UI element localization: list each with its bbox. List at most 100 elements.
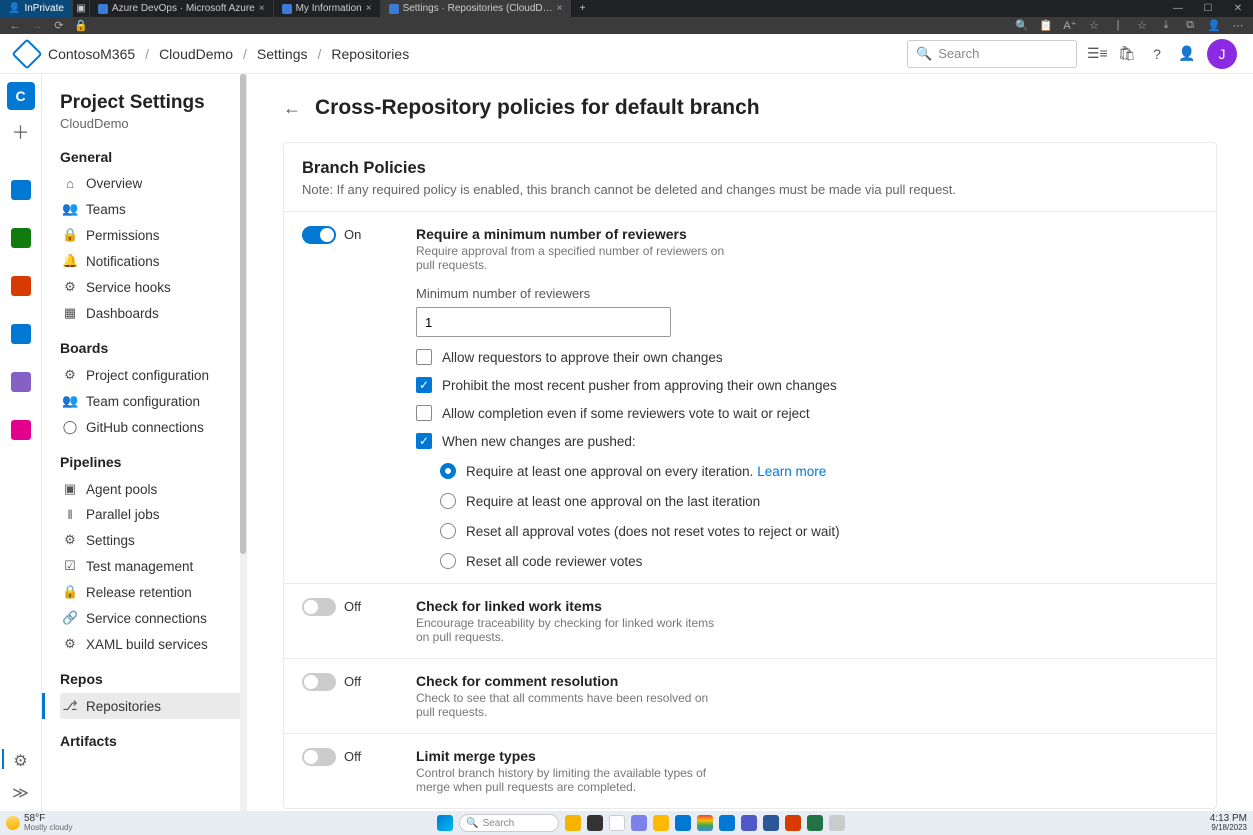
taskbar-app-icon[interactable] (653, 815, 669, 831)
breadcrumb[interactable]: Settings (257, 46, 308, 62)
tool-icon[interactable]: | (1111, 19, 1125, 32)
sidebar-item-test[interactable]: ☑Test management (60, 553, 246, 579)
checkbox-new-changes[interactable]: ✓ (416, 433, 432, 449)
minimize-button[interactable]: — (1163, 3, 1193, 14)
marketplace-icon[interactable]: 🛍 (1117, 45, 1137, 62)
sidebar-item-dashboards[interactable]: ▦Dashboards (60, 300, 246, 326)
policy-comments: Off Check for comment resolution Check t… (284, 658, 1216, 733)
sidebar-item-service-hooks[interactable]: ⚙Service hooks (60, 274, 246, 300)
lock-icon[interactable]: 🔒 (74, 19, 88, 32)
sidebar-item-release[interactable]: 🔒Release retention (60, 579, 246, 605)
tool-icon[interactable]: A⁺ (1063, 19, 1077, 32)
new-tab-button[interactable]: + (571, 0, 593, 17)
tool-icon[interactable]: ☆ (1135, 19, 1149, 32)
rail-icon[interactable] (11, 372, 31, 392)
sidebar-item-agent-pools[interactable]: ▣Agent pools (60, 476, 246, 502)
reload-button[interactable]: ⟳ (52, 19, 66, 32)
checkbox-allow-self[interactable] (416, 349, 432, 365)
sidebar-item-service-conn[interactable]: 🔗Service connections (60, 605, 246, 631)
search-input[interactable]: 🔍 Search (907, 40, 1077, 68)
learn-more-link[interactable]: Learn more (757, 464, 826, 479)
menu-icon[interactable]: ⋯ (1231, 19, 1245, 32)
clock-date[interactable]: 9/18/2023 (1210, 824, 1247, 832)
forward-button[interactable]: → (30, 20, 44, 32)
back-arrow-icon[interactable]: ← (283, 98, 301, 119)
sidebar-title: Project Settings (60, 92, 246, 114)
devops-logo-icon[interactable] (11, 38, 42, 69)
sidebar-item-project-config[interactable]: ⚙Project configuration (60, 362, 246, 388)
main-content: ← Cross-Repository policies for default … (247, 74, 1253, 811)
close-button[interactable]: ✕ (1223, 3, 1253, 14)
tool-icon[interactable]: ⧉ (1183, 19, 1197, 32)
taskbar-app-icon[interactable] (565, 815, 581, 831)
tool-icon[interactable]: ⤓ (1159, 19, 1173, 32)
taskbar-app-icon[interactable] (763, 815, 779, 831)
search-icon: 🔍 (466, 818, 478, 829)
checkbox-prohibit-pusher[interactable]: ✓ (416, 377, 432, 393)
radio-last-iteration[interactable] (440, 493, 456, 509)
sidebar-item-team-config[interactable]: 👥Team configuration (60, 388, 246, 414)
expand-icon[interactable]: ≫ (12, 783, 29, 803)
browser-tab-active[interactable]: Settings · Repositories (CloudD… × (381, 0, 572, 17)
breadcrumb[interactable]: Repositories (331, 46, 409, 62)
close-icon[interactable]: × (557, 3, 563, 14)
browser-tab[interactable]: Azure DevOps · Microsoft Azure × (90, 0, 274, 17)
sidebar-item-settings[interactable]: ⚙Settings (60, 527, 246, 553)
taskbar-search[interactable]: 🔍 Search (459, 814, 559, 832)
weather-widget[interactable]: 58°F Mostly cloudy (6, 814, 72, 832)
start-icon[interactable] (437, 815, 453, 831)
user-settings-icon[interactable]: 👤 (1177, 45, 1197, 62)
breadcrumb[interactable]: ContosoM365 (48, 46, 135, 62)
taskbar-app-icon[interactable] (829, 815, 845, 831)
checkbox-label: Prohibit the most recent pusher from app… (442, 378, 837, 393)
radio-reset-approval[interactable] (440, 523, 456, 539)
tool-icon[interactable]: 🔍 (1015, 19, 1029, 32)
close-icon[interactable]: × (259, 3, 265, 14)
back-button[interactable]: ← (8, 20, 22, 32)
project-tile[interactable]: C (7, 82, 35, 110)
rail-icon[interactable] (11, 228, 31, 248)
tool-icon[interactable]: ☆ (1087, 19, 1101, 32)
sidebar-item-overview[interactable]: ⌂Overview (60, 171, 246, 196)
sidebar-item-repositories[interactable]: ⎇Repositories (60, 693, 246, 719)
scrollbar-thumb[interactable] (240, 74, 246, 554)
rail-icon[interactable] (11, 180, 31, 200)
tool-icon[interactable]: 📋 (1039, 19, 1053, 32)
taskbar-app-icon[interactable] (697, 815, 713, 831)
radio-reset-all[interactable] (440, 553, 456, 569)
taskbar-app-icon[interactable] (587, 815, 603, 831)
taskbar-app-icon[interactable] (719, 815, 735, 831)
taskbar-app-icon[interactable] (631, 815, 647, 831)
sidebar-item-xaml[interactable]: ⚙XAML build services (60, 631, 246, 657)
sidebar-item-github[interactable]: ◯GitHub connections (60, 414, 246, 440)
toggle-reviewers[interactable] (302, 226, 336, 244)
toggle-linked[interactable] (302, 598, 336, 616)
taskbar-app-icon[interactable] (741, 815, 757, 831)
radio-every-iteration[interactable] (440, 463, 456, 479)
taskbar-app-icon[interactable] (609, 815, 625, 831)
list-icon[interactable]: ☰≡ (1087, 45, 1107, 62)
toggle-merge[interactable] (302, 748, 336, 766)
settings-gear-icon[interactable]: ⚙ (13, 751, 27, 771)
taskbar-app-icon[interactable] (675, 815, 691, 831)
sidebar-item-notifications[interactable]: 🔔Notifications (60, 248, 246, 274)
rail-icon[interactable] (11, 420, 31, 440)
taskbar-app-icon[interactable] (807, 815, 823, 831)
min-reviewers-input[interactable] (416, 307, 671, 337)
toggle-comments[interactable] (302, 673, 336, 691)
avatar[interactable]: J (1207, 39, 1237, 69)
close-icon[interactable]: × (366, 3, 372, 14)
rail-icon[interactable] (11, 276, 31, 296)
sidebar-item-permissions[interactable]: 🔒Permissions (60, 222, 246, 248)
sidebar-item-parallel[interactable]: ‖Parallel jobs (60, 502, 246, 527)
new-project-button[interactable]: ＋ (7, 118, 35, 146)
rail-icon[interactable] (11, 324, 31, 344)
taskbar-app-icon[interactable] (785, 815, 801, 831)
help-icon[interactable]: ? (1147, 46, 1167, 62)
sidebar-item-teams[interactable]: 👥Teams (60, 196, 246, 222)
checkbox-allow-wait[interactable] (416, 405, 432, 421)
breadcrumb[interactable]: CloudDemo (159, 46, 233, 62)
tool-icon[interactable]: 👤 (1207, 19, 1221, 32)
maximize-button[interactable]: ☐ (1193, 3, 1223, 14)
browser-tab[interactable]: My Information × (274, 0, 381, 17)
